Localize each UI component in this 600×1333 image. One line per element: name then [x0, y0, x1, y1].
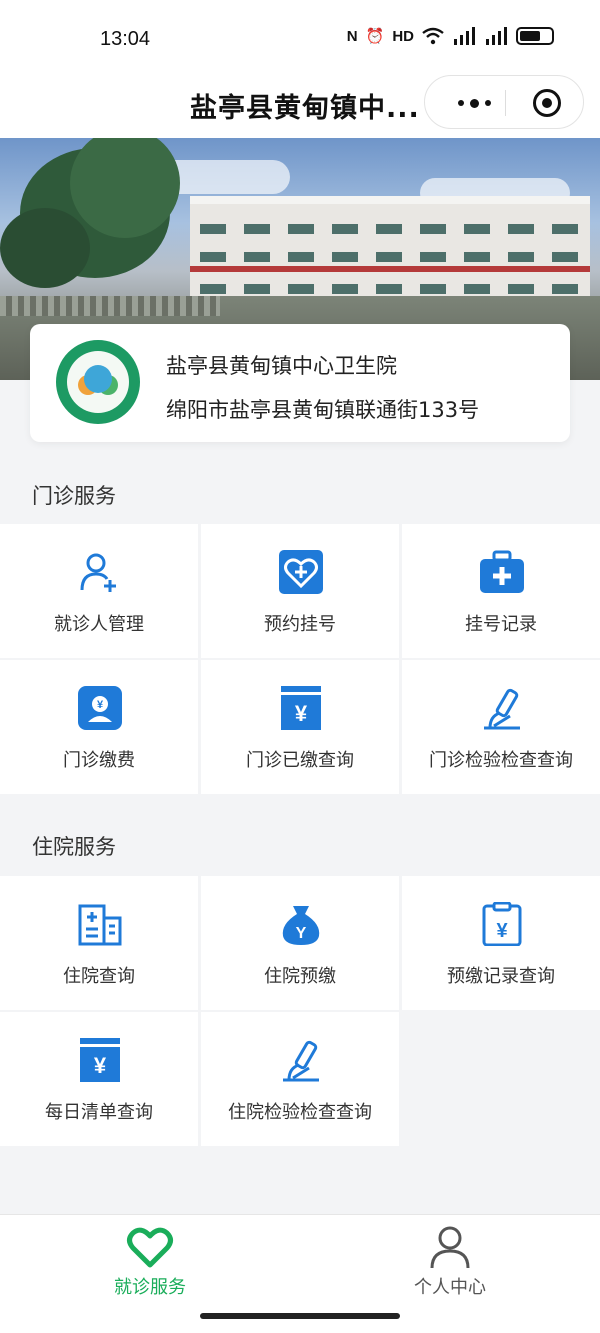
status-icons: N ⏰ HD	[347, 27, 554, 45]
signal-icon	[454, 27, 475, 45]
service-prepay-records[interactable]: ¥ 预缴记录查询	[402, 876, 600, 1010]
service-label: 预缴记录查询	[447, 966, 555, 987]
alarm-icon: ⏰	[365, 28, 385, 45]
service-paid-query[interactable]: ¥ 门诊已缴查询	[201, 660, 399, 794]
svg-text:¥: ¥	[295, 701, 308, 726]
person-icon	[430, 1226, 470, 1269]
signal-icon	[486, 27, 507, 45]
hospital-address: 绵阳市盐亭县黄甸镇联通街133号	[166, 398, 480, 422]
service-patient-management[interactable]: 就诊人管理	[0, 524, 198, 658]
clipboard-yuan-icon: ¥	[482, 902, 522, 946]
bottom-safe-area	[0, 1307, 600, 1333]
service-label: 住院预缴	[264, 966, 336, 987]
microscope-icon	[484, 688, 520, 730]
service-label: 挂号记录	[465, 614, 537, 635]
service-appointment[interactable]: 预约挂号	[201, 524, 399, 658]
service-label: 门诊已缴查询	[246, 750, 354, 771]
service-label: 就诊人管理	[54, 614, 144, 635]
more-menu-button[interactable]	[445, 76, 503, 130]
yuan-receipt-icon: ¥	[281, 686, 321, 730]
hospital-building-icon	[78, 904, 122, 946]
status-bar: 13:04 N ⏰ HD	[0, 0, 600, 78]
service-registration-records[interactable]: 挂号记录	[402, 524, 600, 658]
battery-icon	[516, 27, 554, 45]
service-label: 住院检验检查查询	[228, 1102, 372, 1123]
tab-label: 个人中心	[414, 1277, 486, 1298]
svg-text:¥: ¥	[97, 699, 104, 711]
inpatient-section-title: 住院服务	[32, 835, 116, 859]
home-indicator[interactable]	[200, 1313, 400, 1319]
payment-icon: ¥	[78, 686, 122, 730]
service-inpatient-lab-exam-query[interactable]: 住院检验检查查询	[201, 1012, 399, 1146]
tab-personal-center[interactable]: 个人中心	[300, 1215, 600, 1308]
status-time: 13:04	[100, 28, 151, 50]
service-lab-exam-query[interactable]: 门诊检验检查查询	[402, 660, 600, 794]
service-label: 预约挂号	[264, 614, 336, 635]
hospital-info-card: 盐亭县黄甸镇中心卫生院 绵阳市盐亭县黄甸镇联通街133号	[30, 324, 570, 442]
service-label: 住院查询	[63, 966, 135, 987]
svg-text:¥: ¥	[496, 920, 508, 942]
capsule-divider	[505, 90, 506, 116]
page-title: 盐亭县黄甸镇中...	[190, 93, 420, 124]
hd-icon: HD	[392, 27, 414, 45]
medical-kit-icon	[480, 550, 524, 593]
service-label: 门诊检验检查查询	[429, 750, 573, 771]
mini-program-capsule	[424, 75, 584, 129]
close-mini-program-button[interactable]	[533, 89, 561, 117]
service-inpatient-prepay[interactable]: Y 住院预缴	[201, 876, 399, 1010]
bottom-tab-bar: 就诊服务 个人中心	[0, 1214, 600, 1307]
nfc-icon: N	[346, 27, 358, 45]
svg-text:¥: ¥	[94, 1053, 107, 1078]
svg-text:Y: Y	[296, 925, 307, 942]
hospital-name: 盐亭县黄甸镇中心卫生院	[166, 354, 397, 378]
heart-icon	[127, 1227, 173, 1268]
wifi-icon	[422, 27, 444, 45]
service-daily-list-query[interactable]: ¥ 每日清单查询	[0, 1012, 198, 1146]
service-inpatient-query[interactable]: 住院查询	[0, 876, 198, 1010]
yuan-receipt-icon: ¥	[80, 1038, 120, 1082]
service-label: 每日清单查询	[45, 1102, 153, 1123]
heart-plus-icon	[279, 550, 323, 594]
service-outpatient-payment[interactable]: ¥ 门诊缴费	[0, 660, 198, 794]
tab-label: 就诊服务	[114, 1277, 186, 1298]
outpatient-section-title: 门诊服务	[32, 484, 116, 508]
nav-bar: 盐亭县黄甸镇中...	[0, 70, 600, 138]
microscope-icon	[283, 1040, 319, 1082]
money-bag-icon: Y	[282, 906, 320, 945]
tab-medical-service[interactable]: 就诊服务	[0, 1215, 300, 1308]
add-user-icon	[80, 553, 116, 592]
hospital-logo	[56, 340, 140, 424]
service-label: 门诊缴费	[63, 750, 135, 771]
